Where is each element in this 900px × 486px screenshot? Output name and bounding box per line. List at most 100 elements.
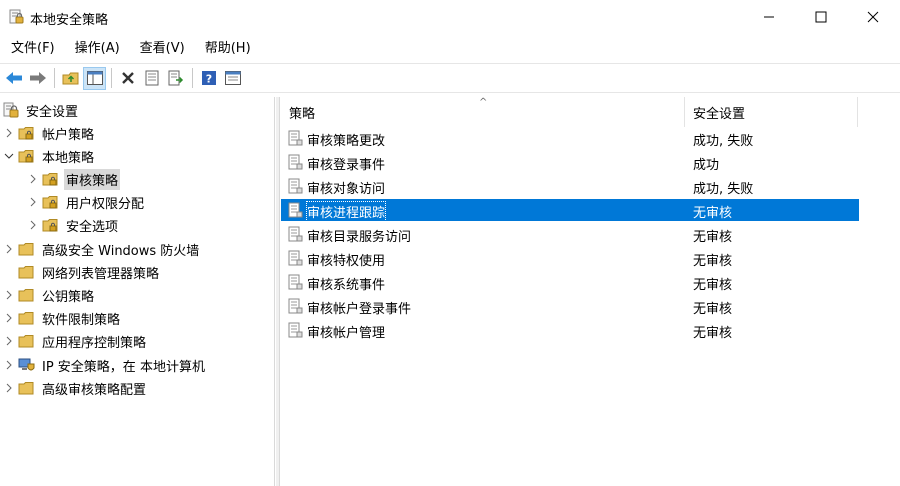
list-item[interactable]: 审核帐户管理 无审核	[281, 319, 859, 341]
export-list-button[interactable]	[164, 67, 187, 90]
list-item[interactable]: 审核帐户登录事件 无审核	[281, 295, 859, 317]
properties-icon	[145, 70, 158, 86]
tree-item-label: 公钥策略	[42, 289, 95, 305]
back-button[interactable]	[2, 67, 25, 90]
forward-arrow-icon	[29, 72, 46, 84]
tree-item-firewall[interactable]: 高级安全 Windows 防火墙	[2, 238, 201, 260]
tree-item-security-options[interactable]: 安全选项	[26, 214, 120, 236]
folder-icon	[18, 310, 35, 326]
local-security-policy-icon	[9, 9, 24, 24]
tree-item-label: 审核策略	[64, 168, 121, 190]
menu-action[interactable]: 操作(A)	[68, 37, 127, 61]
chevron-right-icon[interactable]	[26, 218, 40, 232]
list-item[interactable]: 审核策略更改 成功, 失败	[281, 127, 859, 149]
list-item[interactable]: 审核系统事件 无审核	[281, 271, 859, 293]
maximize-icon	[815, 11, 827, 23]
chevron-right-icon[interactable]	[2, 358, 16, 372]
policy-setting: 无审核	[693, 206, 733, 221]
chevron-right-icon[interactable]	[2, 334, 16, 348]
tree-item-label: 帐户策略	[42, 127, 95, 143]
menu-file[interactable]: 文件(F)	[4, 37, 62, 61]
tree-item-label: 本地策略	[42, 150, 95, 166]
list-item[interactable]: 审核目录服务访问 无审核	[281, 223, 859, 245]
folder-icon	[18, 333, 35, 349]
folder-icon	[18, 264, 35, 280]
policy-item-icon	[288, 298, 303, 314]
title-bar: 本地安全策略	[0, 0, 900, 34]
toolbar-separator	[111, 68, 112, 88]
chevron-right-icon[interactable]	[2, 311, 16, 325]
pane-splitter[interactable]	[276, 97, 280, 486]
show-hide-tree-icon	[86, 71, 103, 85]
tree-root[interactable]: 安全设置	[2, 99, 80, 121]
show-hide-tree-button[interactable]	[83, 66, 106, 90]
policy-setting: 成功, 失败	[693, 182, 754, 197]
security-settings-icon	[2, 102, 19, 118]
folder-lock-icon	[42, 194, 59, 210]
chevron-right-icon[interactable]	[2, 242, 16, 256]
tree-item-network-list[interactable]: 网络列表管理器策略	[2, 261, 161, 283]
policy-item-icon	[288, 322, 303, 338]
policy-setting: 无审核	[693, 326, 733, 341]
tree-item-label: 软件限制策略	[42, 312, 121, 328]
folder-lock-icon	[18, 148, 35, 164]
up-folder-icon	[62, 72, 78, 85]
view-icon	[224, 71, 241, 85]
policy-name: 审核登录事件	[307, 158, 386, 173]
delete-button[interactable]	[116, 67, 139, 90]
view-button[interactable]	[221, 67, 244, 90]
toolbar: ?	[0, 63, 900, 93]
folder-lock-icon	[42, 171, 59, 187]
policy-name: 审核对象访问	[307, 182, 386, 197]
policy-setting: 成功, 失败	[693, 134, 754, 149]
toolbar-separator	[54, 68, 55, 88]
close-button[interactable]	[850, 0, 896, 34]
policy-item-icon	[288, 274, 303, 290]
folder-lock-icon	[42, 217, 59, 233]
list-item[interactable]: 审核对象访问 成功, 失败	[281, 175, 859, 197]
tree-item-account-policy[interactable]: 帐户策略	[2, 122, 96, 144]
tree-item-advanced-audit[interactable]: 高级审核策略配置	[2, 377, 148, 399]
toolbar-separator	[192, 68, 193, 88]
list-item-selected[interactable]: 审核进程跟踪 无审核	[281, 199, 859, 222]
chevron-right-icon[interactable]	[26, 172, 40, 186]
tree-item-public-key[interactable]: 公钥策略	[2, 284, 96, 306]
tree-item-ip-security[interactable]: IP 安全策略，在 本地计算机	[2, 354, 207, 376]
tree-item-audit-policy[interactable]: 审核策略	[26, 168, 121, 190]
policy-name: 审核目录服务访问	[307, 230, 412, 245]
policy-setting: 无审核	[693, 254, 733, 269]
chevron-down-icon[interactable]	[2, 149, 16, 163]
chevron-right-icon[interactable]	[2, 126, 16, 140]
list-item[interactable]: 审核特权使用 无审核	[281, 247, 859, 269]
properties-button[interactable]	[140, 67, 163, 90]
tree-item-user-rights[interactable]: 用户权限分配	[26, 191, 146, 213]
svg-text:?: ?	[205, 73, 211, 86]
menu-view[interactable]: 查看(V)	[133, 37, 192, 61]
column-header-security-setting[interactable]: 安全设置	[686, 97, 858, 127]
policy-setting: 无审核	[693, 278, 733, 293]
policy-item-icon	[288, 202, 303, 218]
menu-help[interactable]: 帮助(H)	[198, 37, 258, 61]
tree-item-label: 应用程序控制策略	[42, 335, 147, 351]
chevron-right-icon[interactable]	[2, 288, 16, 302]
tree-item-software-restriction[interactable]: 软件限制策略	[2, 307, 122, 329]
help-button[interactable]: ?	[197, 67, 220, 90]
tree-item-local-policy[interactable]: 本地策略	[2, 145, 96, 167]
maximize-button[interactable]	[798, 0, 844, 34]
forward-button[interactable]	[26, 67, 49, 90]
folder-icon	[18, 241, 35, 257]
tree-item-app-control[interactable]: 应用程序控制策略	[2, 330, 148, 352]
tree-item-label: 安全设置	[26, 104, 79, 120]
tree-item-label: 用户权限分配	[66, 196, 145, 212]
up-level-button[interactable]	[59, 67, 82, 90]
chevron-right-icon[interactable]	[26, 195, 40, 209]
minimize-button[interactable]	[746, 0, 792, 34]
policy-name: 审核系统事件	[307, 278, 386, 293]
chevron-right-icon[interactable]	[2, 381, 16, 395]
export-list-icon	[168, 70, 183, 86]
policy-name: 审核进程跟踪	[305, 201, 387, 222]
close-icon	[867, 11, 879, 23]
list-item[interactable]: 审核登录事件 成功	[281, 151, 859, 173]
folder-icon	[18, 287, 35, 303]
column-header-label: 策略	[289, 106, 316, 122]
